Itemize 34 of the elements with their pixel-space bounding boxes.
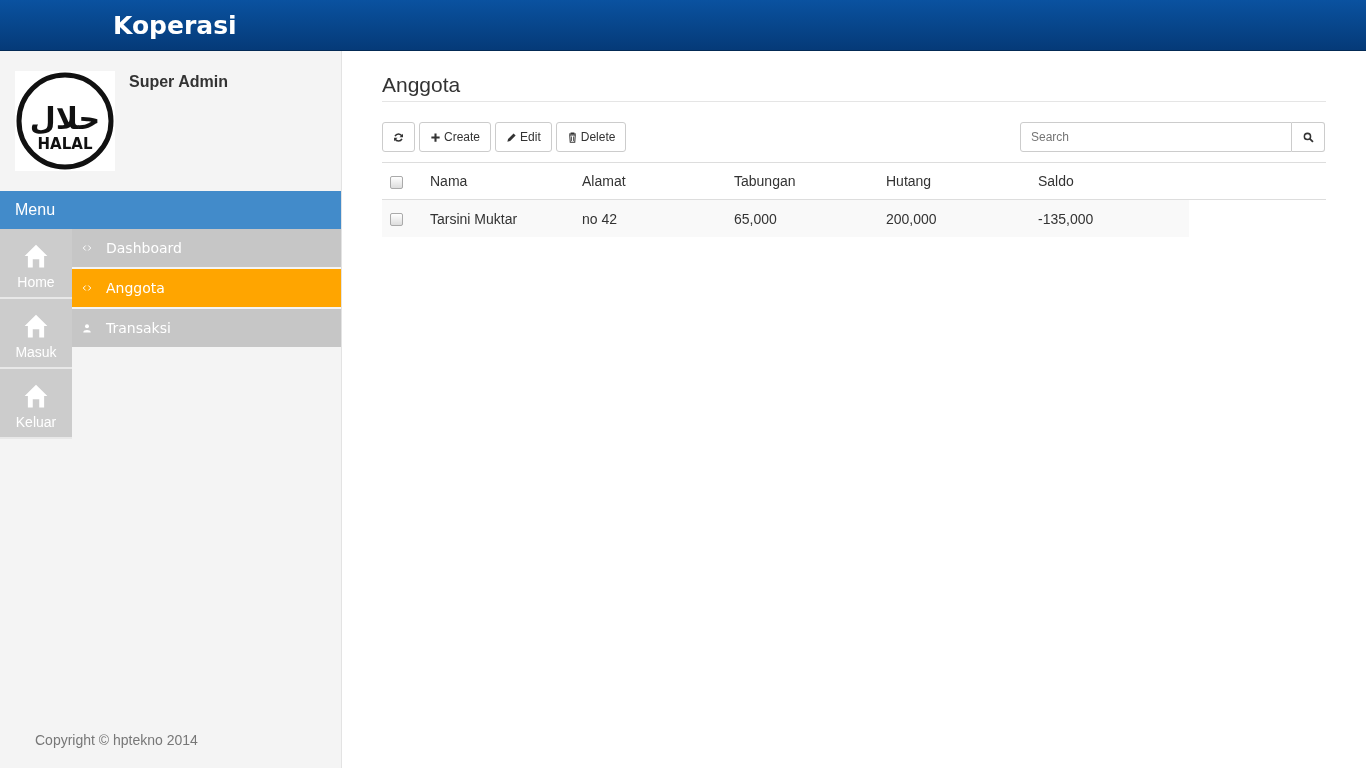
house-icon xyxy=(23,313,49,339)
table-cell: 65,000 xyxy=(733,199,885,237)
pencil-button[interactable]: Edit xyxy=(495,122,552,152)
search-button[interactable] xyxy=(1292,122,1325,152)
house-icon xyxy=(23,243,49,269)
refresh-button[interactable] xyxy=(382,122,415,152)
plus-icon xyxy=(430,131,441,143)
table-cell: -135,000 xyxy=(1037,199,1189,237)
user-name: Super Admin xyxy=(129,73,228,92)
trash-icon xyxy=(566,131,578,143)
checkbox[interactable] xyxy=(390,175,403,189)
trash-button[interactable]: Delete xyxy=(555,122,627,152)
column-header[interactable]: Tabungan xyxy=(733,162,885,200)
menu-heading: Menu xyxy=(0,191,341,229)
column-header[interactable]: Hutang xyxy=(885,162,1037,200)
refresh-icon xyxy=(393,131,404,143)
column-header[interactable]: Alamat xyxy=(581,162,733,200)
plus-button[interactable]: Create xyxy=(419,122,492,152)
house-icon xyxy=(23,383,49,409)
pencil-icon xyxy=(506,131,518,143)
copyright-text: Copyright © hptekno 2014 xyxy=(34,732,199,750)
code-icon xyxy=(82,243,92,253)
column-header[interactable]: Saldo xyxy=(1037,162,1189,200)
page-title: Anggota xyxy=(382,73,1326,102)
table-cell: 200,000 xyxy=(885,199,1037,237)
app-title[interactable]: Koperasi xyxy=(113,10,237,40)
code-icon xyxy=(82,283,92,293)
table-cell: no 42 xyxy=(581,199,733,237)
column-header[interactable]: Nama xyxy=(429,162,581,200)
user-icon xyxy=(82,323,92,333)
table-cell: Tarsini Muktar xyxy=(429,199,581,237)
checkbox[interactable] xyxy=(390,213,403,227)
search-icon xyxy=(1302,131,1314,143)
search-field[interactable]: Search xyxy=(1020,122,1292,152)
